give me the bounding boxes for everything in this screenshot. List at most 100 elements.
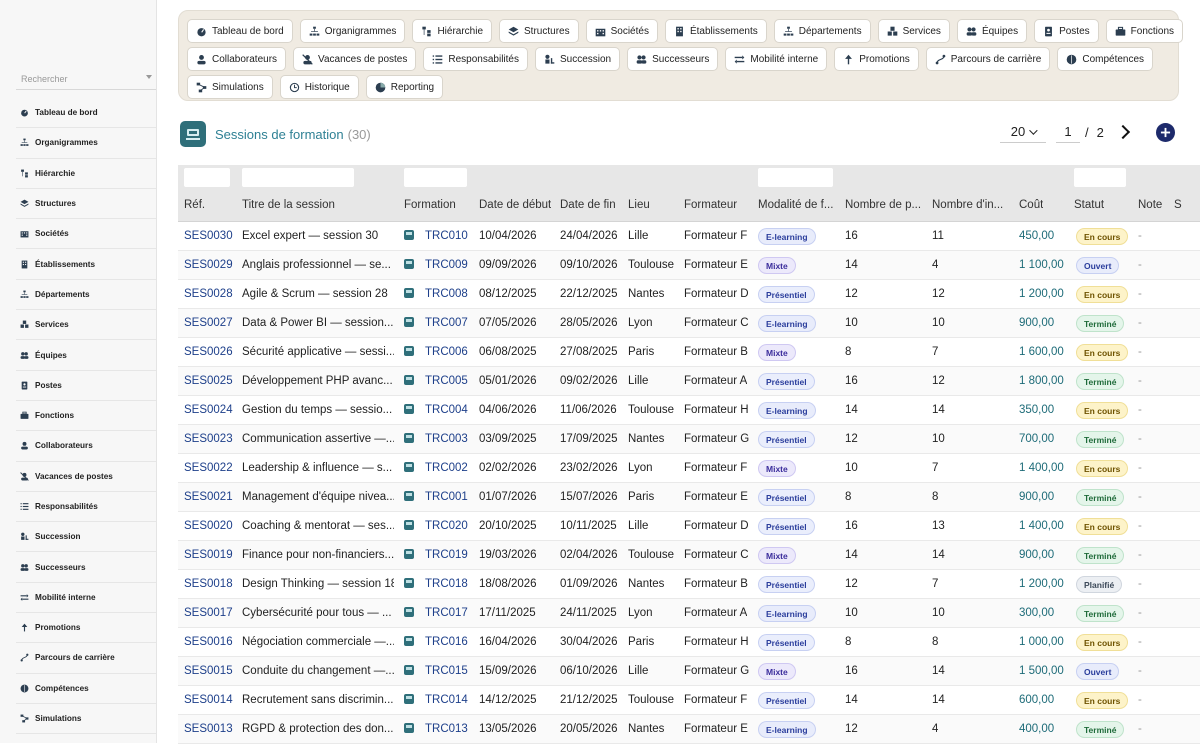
formation-link[interactable]: TRC007: [425, 317, 468, 329]
session-ref-link[interactable]: SES0027: [184, 317, 233, 329]
nav-chip-responsabilites[interactable]: Responsabilités: [423, 47, 528, 71]
sidebar-item-succession[interactable]: Succession: [16, 522, 156, 553]
table-row[interactable]: SES0023 Communication assertive —... TRC00…: [178, 425, 1200, 454]
nav-chip-competences[interactable]: Compétences: [1057, 47, 1154, 71]
caret-down-icon[interactable]: [146, 75, 152, 79]
formation-cell[interactable]: TRC020: [404, 520, 468, 532]
formation-link[interactable]: TRC014: [425, 694, 468, 706]
nav-chip-hierarchie[interactable]: Hiérarchie: [412, 19, 493, 43]
session-ref-link[interactable]: SES0013: [184, 723, 233, 735]
formation-cell[interactable]: TRC003: [404, 433, 468, 445]
column-filter-input[interactable]: [242, 168, 354, 187]
session-ref-link[interactable]: SES0019: [184, 549, 233, 561]
formation-cell[interactable]: TRC006: [404, 346, 468, 358]
formation-cell[interactable]: TRC015: [404, 665, 468, 677]
formation-link[interactable]: TRC019: [425, 549, 468, 561]
table-row[interactable]: SES0017 Cybersécurité pour tous — ... TRC0…: [178, 599, 1200, 628]
formation-cell[interactable]: TRC002: [404, 462, 468, 474]
nav-chip-tableau-de-bord[interactable]: Tableau de bord: [187, 19, 293, 43]
column-header[interactable]: Formateur: [684, 199, 737, 211]
column-header[interactable]: Lieu: [628, 199, 650, 211]
formation-link[interactable]: TRC008: [425, 288, 468, 300]
nav-chip-equipes[interactable]: Équipes: [956, 19, 1028, 43]
next-page-icon[interactable]: [1115, 124, 1130, 140]
table-row[interactable]: SES0015 Conduite du changement —... TRC015…: [178, 657, 1200, 686]
nav-chip-etablissements[interactable]: Établissements: [664, 19, 767, 43]
sidebar-search-select[interactable]: Rechercher: [16, 68, 156, 90]
formation-link[interactable]: TRC001: [425, 491, 468, 503]
add-button[interactable]: [1156, 123, 1175, 142]
sidebar-item-simulations[interactable]: Simulations: [16, 704, 156, 735]
formation-cell[interactable]: TRC014: [404, 694, 468, 706]
table-row[interactable]: SES0020 Coaching & mentorat — ses... TRC02…: [178, 512, 1200, 541]
session-ref-link[interactable]: SES0029: [184, 259, 233, 271]
nav-chip-promotions[interactable]: Promotions: [834, 47, 919, 71]
formation-link[interactable]: TRC015: [425, 665, 468, 677]
sidebar-item-responsabilites[interactable]: Responsabilités: [16, 492, 156, 523]
nav-chip-mobilite-interne[interactable]: Mobilité interne: [725, 47, 828, 71]
nav-chip-collaborateurs[interactable]: Collaborateurs: [187, 47, 287, 71]
column-header[interactable]: S: [1174, 199, 1182, 211]
formation-link[interactable]: TRC017: [425, 607, 468, 619]
formation-cell[interactable]: TRC007: [404, 317, 468, 329]
column-filter-input[interactable]: [404, 168, 467, 187]
formation-link[interactable]: TRC005: [425, 375, 468, 387]
session-ref-link[interactable]: SES0024: [184, 404, 233, 416]
current-page-input[interactable]: 1: [1056, 121, 1080, 143]
sidebar-item-fonctions[interactable]: Fonctions: [16, 401, 156, 432]
session-ref-link[interactable]: SES0030: [184, 230, 233, 242]
sidebar-item-promotions[interactable]: Promotions: [16, 613, 156, 644]
sidebar-item-departements[interactable]: Départements: [16, 280, 156, 311]
table-row[interactable]: SES0018 Design Thinking — session 18 TRC01…: [178, 570, 1200, 599]
column-header[interactable]: Titre de la session: [242, 199, 335, 211]
formation-cell[interactable]: TRC010: [404, 230, 468, 242]
nav-chip-services[interactable]: Services: [877, 19, 950, 43]
nav-chip-organigrammes[interactable]: Organigrammes: [299, 19, 406, 43]
formation-link[interactable]: TRC013: [425, 723, 468, 735]
formation-cell[interactable]: TRC005: [404, 375, 468, 387]
column-header[interactable]: Coût: [1019, 199, 1043, 211]
session-ref-link[interactable]: SES0014: [184, 694, 233, 706]
nav-chip-successeurs[interactable]: Successeurs: [627, 47, 719, 71]
column-header[interactable]: Nombre d'in...: [932, 199, 1003, 211]
session-ref-link[interactable]: SES0020: [184, 520, 233, 532]
nav-chip-societes[interactable]: Sociétés: [585, 19, 658, 43]
sidebar-item-parcours-de-carriere[interactable]: Parcours de carrière: [16, 643, 156, 674]
formation-link[interactable]: TRC006: [425, 346, 468, 358]
session-ref-link[interactable]: SES0017: [184, 607, 233, 619]
nav-chip-simulations[interactable]: Simulations: [187, 75, 273, 99]
sidebar-item-organigrammes[interactable]: Organigrammes: [16, 128, 156, 159]
formation-link[interactable]: TRC020: [425, 520, 468, 532]
formation-link[interactable]: TRC004: [425, 404, 468, 416]
column-filter-input[interactable]: [758, 168, 833, 187]
formation-cell[interactable]: TRC019: [404, 549, 468, 561]
sidebar-item-successeurs[interactable]: Successeurs: [16, 552, 156, 583]
column-header[interactable]: Note: [1138, 199, 1162, 211]
session-ref-link[interactable]: SES0021: [184, 491, 233, 503]
session-ref-link[interactable]: SES0026: [184, 346, 233, 358]
column-filter-input[interactable]: [1074, 168, 1126, 187]
column-header[interactable]: Statut: [1074, 199, 1104, 211]
session-ref-link[interactable]: SES0016: [184, 636, 233, 648]
table-row[interactable]: SES0027 Data & Power BI — session... TRC00…: [178, 309, 1200, 338]
column-header[interactable]: Date de fin: [560, 199, 616, 211]
sidebar-item-equipes[interactable]: Équipes: [16, 340, 156, 371]
nav-chip-fonctions[interactable]: Fonctions: [1105, 19, 1184, 43]
column-filter-input[interactable]: [184, 168, 230, 187]
sidebar-item-services[interactable]: Services: [16, 310, 156, 341]
formation-cell[interactable]: TRC008: [404, 288, 468, 300]
formation-cell[interactable]: TRC009: [404, 259, 468, 271]
session-ref-link[interactable]: SES0018: [184, 578, 233, 590]
sidebar-item-postes[interactable]: Postes: [16, 371, 156, 401]
table-row[interactable]: SES0019 Finance pour non-financiers... TRC…: [178, 541, 1200, 570]
formation-cell[interactable]: TRC016: [404, 636, 468, 648]
nav-chip-departements[interactable]: Départements: [773, 19, 871, 43]
table-row[interactable]: SES0024 Gestion du temps — sessio... TRC00…: [178, 396, 1200, 425]
session-ref-link[interactable]: SES0015: [184, 665, 233, 677]
table-row[interactable]: SES0028 Agile & Scrum — session 28 TRC008 0…: [178, 280, 1200, 309]
session-ref-link[interactable]: SES0022: [184, 462, 233, 474]
sidebar-item-societes[interactable]: Sociétés: [16, 219, 156, 250]
formation-cell[interactable]: TRC017: [404, 607, 468, 619]
sidebar-item-competences[interactable]: Compétences: [16, 674, 156, 704]
nav-chip-vacances-de-postes[interactable]: Vacances de postes: [293, 47, 417, 71]
